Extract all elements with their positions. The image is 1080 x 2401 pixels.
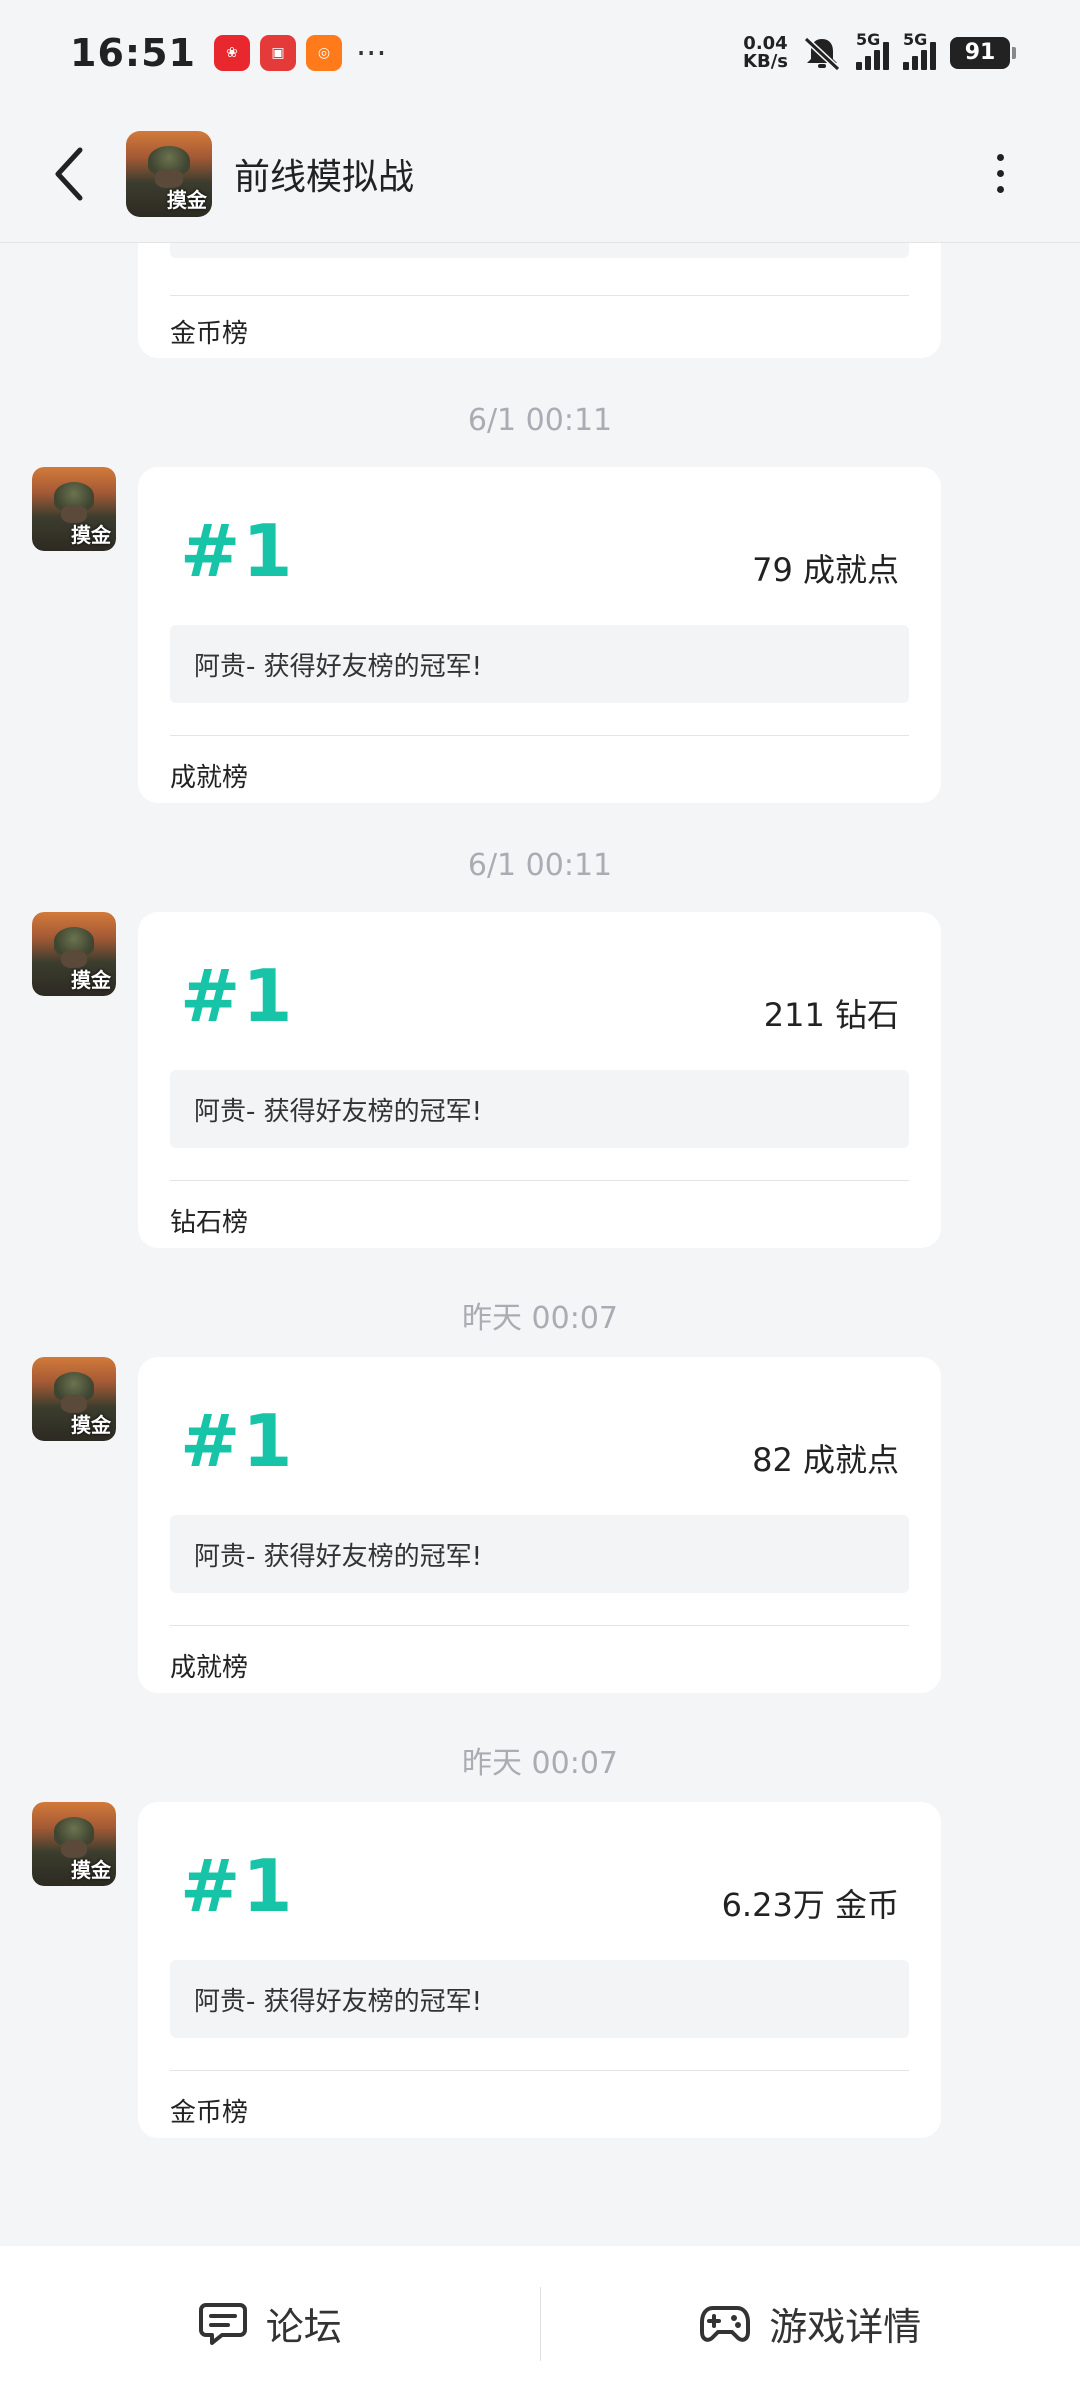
status-bar: 16:51 ❀ ▣ ◎ ··· 0.04 KB/s 5G 5G 91 <box>0 0 1080 105</box>
mute-bell-icon <box>803 36 841 71</box>
game-avatar[interactable]: 摸金 <box>126 130 212 217</box>
forum-button[interactable]: 论坛 <box>0 2246 540 2401</box>
score-value: 79 成就点 <box>752 551 899 589</box>
leaderboard-name: 成就榜 <box>170 763 249 793</box>
leaderboard-name: 成就榜 <box>170 1653 249 1683</box>
app-notification-icon: ❀ <box>213 34 250 71</box>
more-notifications-icon: ··· <box>355 33 387 72</box>
chat-header: 摸金 前线模拟战 <box>0 105 1080 243</box>
notification-icons: ❀ ▣ ◎ <box>213 34 342 71</box>
signal-icon: 5G <box>856 30 889 70</box>
message-card[interactable]: #1 82 成就点 阿贵- 获得好友榜的冠军! 成就榜 <box>138 1357 941 1693</box>
app-notification-icon: ▣ <box>259 34 296 71</box>
divider <box>170 2070 909 2071</box>
timestamp: 昨天 00:07 <box>462 1746 618 1781</box>
gamepad-icon <box>700 2305 751 2342</box>
timestamp: 6/1 00:11 <box>467 848 613 883</box>
signal-icon: 5G <box>903 30 936 70</box>
message-card[interactable]: #1 211 钻石 阿贵- 获得好友榜的冠军! 钻石榜 <box>138 912 941 1248</box>
game-details-button[interactable]: 游戏详情 <box>541 2246 1080 2401</box>
game-avatar[interactable]: 摸金 <box>32 1802 116 1886</box>
game-avatar[interactable]: 摸金 <box>32 912 116 996</box>
timestamp: 昨天 00:07 <box>462 1301 618 1336</box>
message-box: 阿贵- 获得好友榜的冠军! <box>170 1070 909 1148</box>
game-details-label: 游戏详情 <box>769 2305 922 2349</box>
score-value: 211 钻石 <box>763 996 899 1034</box>
forum-label: 论坛 <box>265 2305 342 2349</box>
message-box: 阿贵- 获得好友榜的冠军! <box>170 1960 909 2038</box>
leaderboard-name: 钻石榜 <box>170 1208 249 1238</box>
divider <box>170 295 909 296</box>
message-box: 阿贵- 获得好友榜的冠军! <box>170 1515 909 1593</box>
status-indicators: 0.04 KB/s 5G 5G 91 <box>743 30 1016 72</box>
rank-label: #1 <box>180 1399 295 1483</box>
page-title: 前线模拟战 <box>234 156 415 198</box>
divider <box>170 1180 909 1181</box>
rank-label: #1 <box>180 509 295 593</box>
battery-icon: 91 <box>950 36 1016 69</box>
more-menu-button[interactable] <box>980 144 1020 204</box>
divider <box>170 1625 909 1626</box>
game-avatar[interactable]: 摸金 <box>32 1357 116 1441</box>
message-card[interactable]: #1 6.23万 金币 阿贵- 获得好友榜的冠军! 金币榜 <box>138 1802 941 2138</box>
game-avatar[interactable]: 摸金 <box>32 467 116 551</box>
rank-label: #1 <box>180 1844 295 1928</box>
message-card[interactable]: 金币榜 <box>138 243 941 358</box>
message-box <box>170 243 909 258</box>
timestamp: 6/1 00:11 <box>467 403 613 438</box>
leaderboard-name: 金币榜 <box>170 2098 249 2128</box>
message-card[interactable]: #1 79 成就点 阿贵- 获得好友榜的冠军! 成就榜 <box>138 467 941 803</box>
more-vertical-icon <box>996 154 1004 161</box>
score-value: 6.23万 金币 <box>721 1886 899 1924</box>
network-speed: 0.04 KB/s <box>743 32 788 72</box>
app-notification-icon: ◎ <box>305 34 342 71</box>
message-box: 阿贵- 获得好友榜的冠军! <box>170 625 909 703</box>
leaderboard-name: 金币榜 <box>170 319 249 349</box>
score-value: 82 成就点 <box>752 1441 899 1479</box>
chevron-left-icon <box>55 147 83 200</box>
status-time: 16:51 <box>70 30 196 75</box>
rank-label: #1 <box>180 954 295 1038</box>
bottom-action-bar: 论坛 游戏详情 <box>0 2246 1080 2401</box>
back-button[interactable] <box>30 134 110 214</box>
divider <box>170 735 909 736</box>
chat-bubble-icon <box>198 2302 247 2345</box>
message-feed[interactable]: 金币榜 6/1 00:11 摸金 #1 79 成就点 阿贵- 获得好友榜的冠军!… <box>0 243 1080 2246</box>
